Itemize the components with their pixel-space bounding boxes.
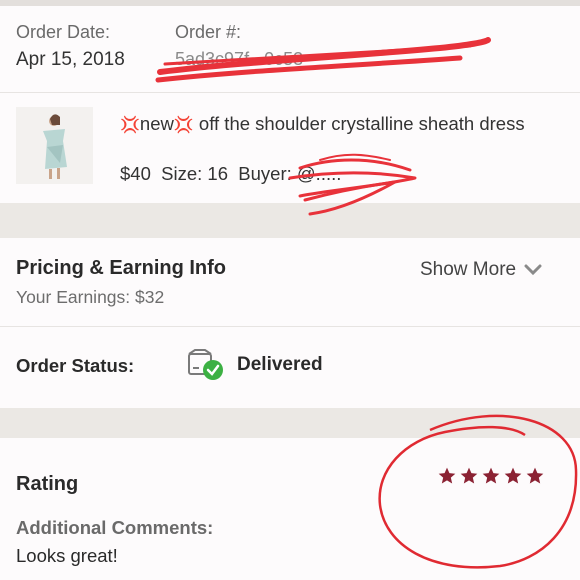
- order-number-value: 5ad3c97f...0c53: [175, 49, 304, 69]
- star-icon: [482, 467, 500, 484]
- item-thumbnail[interactable]: [16, 107, 93, 184]
- comments-label: Additional Comments:: [16, 517, 214, 538]
- item-buyer[interactable]: Buyer: @.....: [238, 163, 341, 184]
- item-title-rest: off the shoulder crystalline sheath dres…: [193, 113, 525, 134]
- anger-emoji-icon: 💢: [120, 117, 140, 134]
- divider-line: [0, 326, 580, 327]
- order-number-label: Order #:: [175, 22, 242, 42]
- section-divider: [0, 408, 580, 438]
- section-divider: [0, 203, 580, 238]
- order-status-value: Delivered: [237, 354, 323, 375]
- item-size: Size: 16: [161, 163, 229, 184]
- order-date-label: Order Date:: [16, 22, 111, 42]
- item-price: $40: [120, 163, 151, 184]
- star-icon: [504, 467, 522, 484]
- item-title[interactable]: 💢new💢 off the shoulder crystalline sheat…: [120, 110, 560, 139]
- anger-emoji-icon: 💢: [173, 117, 194, 134]
- order-date-value: Apr 15, 2018: [16, 49, 125, 70]
- star-icon: [438, 467, 456, 484]
- star-icon: [526, 467, 544, 484]
- star-icon: [460, 467, 478, 484]
- chevron-down-icon: [524, 264, 542, 276]
- star-rating: [437, 466, 545, 486]
- show-more-label: Show More: [420, 259, 517, 280]
- earnings-text: Your Earnings: $32: [16, 287, 165, 307]
- rating-label: Rating: [16, 473, 79, 495]
- item-meta: $40 Size: 16 Buyer: @.....: [120, 163, 341, 185]
- delivered-box-icon: [188, 349, 223, 380]
- pricing-title: Pricing & Earning Info: [16, 257, 227, 279]
- divider-line: [0, 92, 580, 93]
- comments-value: Looks great!: [16, 545, 118, 566]
- item-title-word: new: [139, 113, 174, 134]
- show-more-button[interactable]: Show More: [420, 259, 542, 281]
- order-status-label: Order Status:: [16, 355, 135, 376]
- dress-image: [16, 107, 93, 184]
